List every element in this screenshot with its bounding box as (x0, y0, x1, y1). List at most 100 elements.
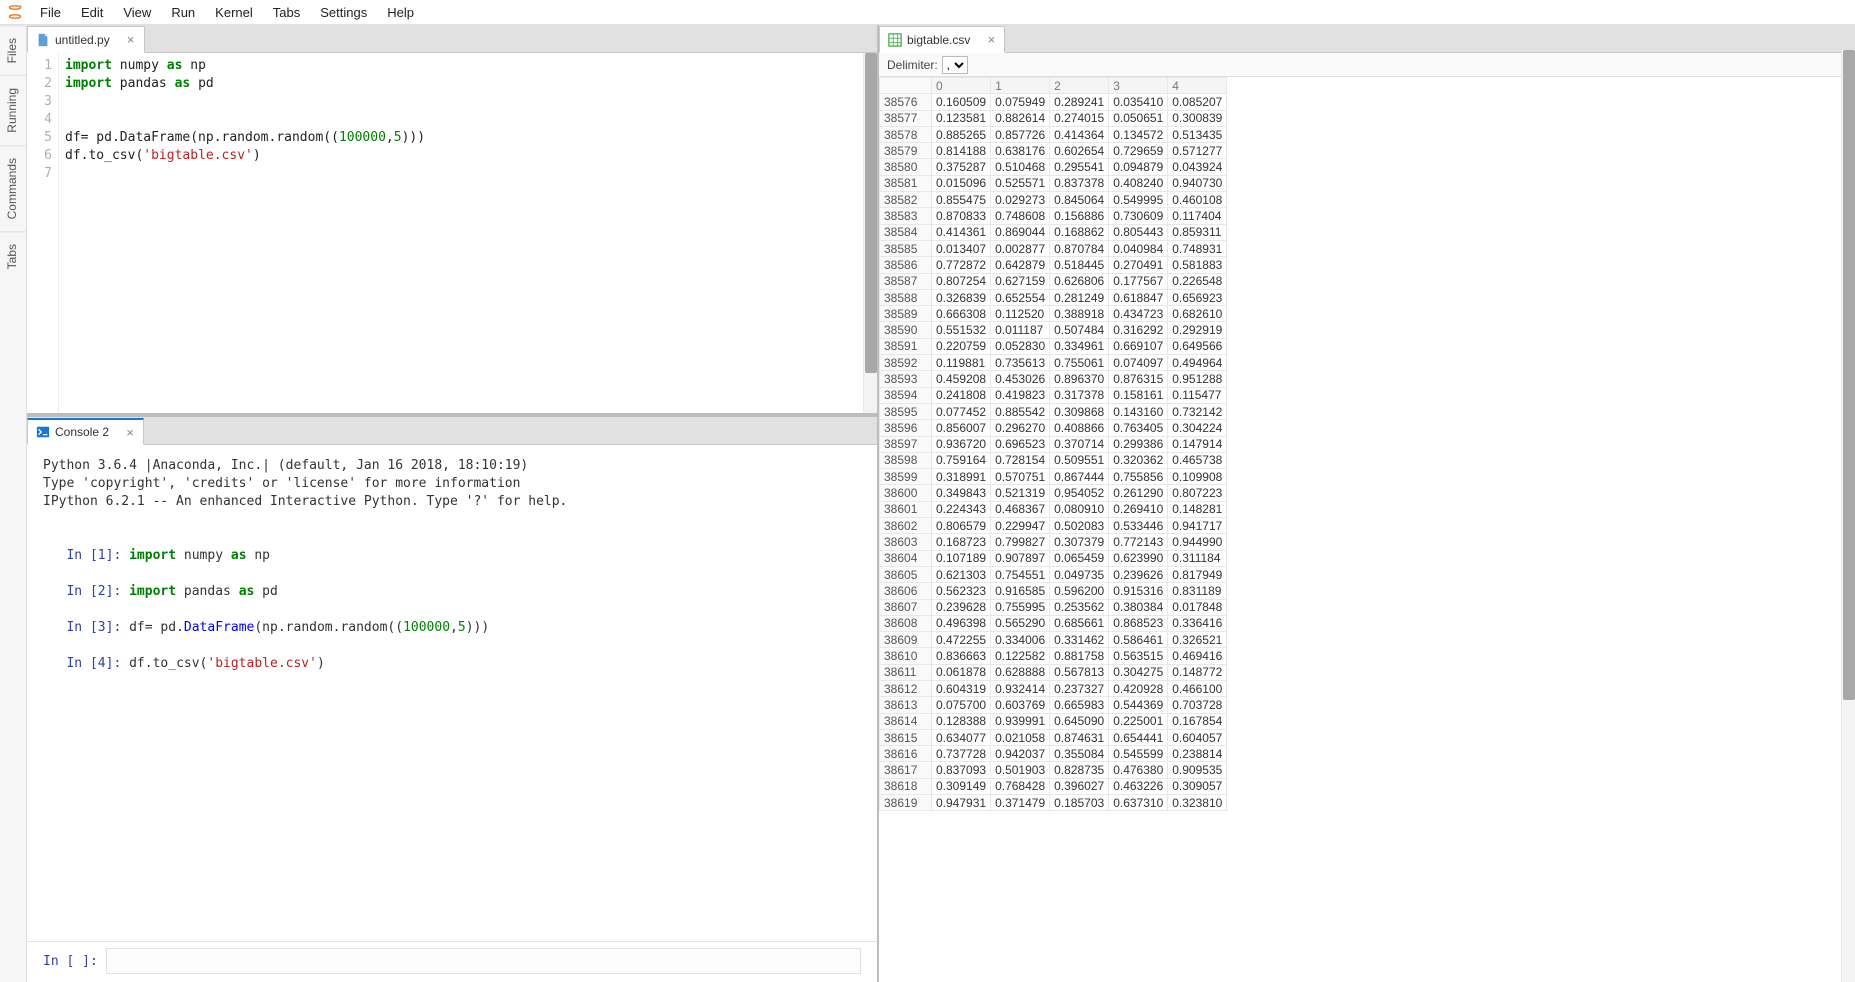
table-row[interactable]: 386150.6340770.0210580.8746310.6544410.6… (880, 729, 1227, 745)
table-row[interactable]: 386180.3091490.7684280.3960270.4632260.3… (880, 778, 1227, 794)
console-prompt: In [ ]: (43, 954, 98, 969)
table-row[interactable]: 386190.9479310.3714790.1857030.6373100.3… (880, 795, 1227, 811)
console-tab-label: Console 2 (55, 425, 109, 439)
close-icon[interactable]: × (124, 32, 138, 47)
table-row[interactable]: 385910.2207590.0528300.3349610.6691070.6… (880, 338, 1227, 354)
console-tabbar: Console 2 × (27, 417, 877, 445)
table-row[interactable]: 385860.7728720.6428790.5184450.2704910.5… (880, 257, 1227, 273)
csv-table: 01234385760.1605090.0759490.2892410.0354… (879, 77, 1227, 811)
table-row[interactable]: 386040.1071890.9078970.0654590.6239900.3… (880, 550, 1227, 566)
console-output[interactable]: Python 3.6.4 |Anaconda, Inc.| (default, … (27, 445, 877, 941)
table-row[interactable]: 385830.8708330.7486080.1568860.7306090.1… (880, 208, 1227, 224)
column-header[interactable]: 3 (1109, 78, 1168, 94)
scrollbar-vertical-outer[interactable] (1841, 50, 1855, 982)
table-row[interactable]: 386070.2396280.7559950.2535620.3803840.0… (880, 599, 1227, 615)
table-row[interactable]: 385990.3189910.5707510.8674440.7558560.1… (880, 469, 1227, 485)
table-row[interactable]: 386140.1283880.9399910.6450900.2250010.1… (880, 713, 1227, 729)
csv-tabbar: bigtable.csv × (879, 25, 1855, 53)
table-row[interactable]: 385800.3752870.5104680.2955410.0948790.0… (880, 159, 1227, 175)
column-header[interactable]: 2 (1050, 78, 1109, 94)
console-icon (36, 425, 50, 439)
menu-settings[interactable]: Settings (310, 2, 377, 23)
right-panel: bigtable.csv × Delimiter: , 01234385760.… (879, 25, 1855, 982)
table-row[interactable]: 386050.6213030.7545510.0497350.2396260.8… (880, 566, 1227, 582)
table-row[interactable]: 385760.1605090.0759490.2892410.0354100.0… (880, 94, 1227, 110)
table-row[interactable]: 385840.4143610.8690440.1688620.8054430.8… (880, 224, 1227, 240)
side-tab-commands[interactable]: Commands (0, 145, 26, 231)
table-row[interactable]: 386010.2243430.4683670.0809100.2694100.1… (880, 501, 1227, 517)
table-row[interactable]: 385770.1235810.8826140.2740150.0506510.3… (880, 110, 1227, 126)
table-row[interactable]: 386110.0618780.6288880.5678130.3042750.1… (880, 664, 1227, 680)
menu-kernel[interactable]: Kernel (205, 2, 263, 23)
scroll-thumb[interactable] (865, 53, 877, 373)
editor-gutter: 1234567 (27, 53, 59, 413)
column-header[interactable]: 4 (1168, 78, 1227, 94)
table-row[interactable]: 386100.8366630.1225820.8817580.5635150.4… (880, 648, 1227, 664)
side-tab-tabs[interactable]: Tabs (0, 231, 26, 281)
workarea: untitled.py × 1234567 import numpy as np… (27, 25, 1855, 982)
table-row[interactable]: 385810.0150960.5255710.8373780.4082400.9… (880, 175, 1227, 191)
column-header[interactable]: 1 (991, 78, 1050, 94)
close-icon[interactable]: × (123, 425, 137, 440)
editor-tab[interactable]: untitled.py × (27, 26, 145, 53)
menu-tabs[interactable]: Tabs (263, 2, 310, 23)
table-row[interactable]: 385980.7591640.7281540.5095510.3203620.4… (880, 452, 1227, 468)
editor-content[interactable]: import numpy as np import pandas as pd d… (59, 53, 877, 413)
spreadsheet-icon (888, 33, 902, 47)
table-row[interactable]: 386000.3498430.5213190.9540520.2612900.8… (880, 485, 1227, 501)
delimiter-label: Delimiter: (887, 58, 938, 72)
table-row[interactable]: 385930.4592080.4530260.8963700.8763150.9… (880, 371, 1227, 387)
menubar: FileEditViewRunKernelTabsSettingsHelp (0, 0, 1855, 25)
menu-edit[interactable]: Edit (71, 2, 113, 23)
file-icon (36, 33, 50, 47)
editor-tab-label: untitled.py (55, 33, 110, 47)
table-row[interactable]: 385820.8554750.0292730.8450640.5499950.4… (880, 192, 1227, 208)
main-area: FilesRunningCommandsTabs untitled.py × (0, 25, 1855, 982)
side-tab-files[interactable]: Files (0, 25, 26, 75)
table-row[interactable]: 385790.8141880.6381760.6026540.7296590.5… (880, 143, 1227, 159)
console-banner-line: Type 'copyright', 'credits' or 'license'… (43, 475, 861, 493)
menu-view[interactable]: View (113, 2, 161, 23)
table-row[interactable]: 386130.0757000.6037690.6659830.5443690.7… (880, 697, 1227, 713)
table-row[interactable]: 386080.4963980.5652900.6856610.8685230.3… (880, 615, 1227, 631)
menu-help[interactable]: Help (377, 2, 424, 23)
scroll-thumb[interactable] (1843, 50, 1855, 700)
code-editor[interactable]: 1234567 import numpy as np import pandas… (27, 53, 877, 413)
left-sidebar: FilesRunningCommandsTabs (0, 25, 27, 982)
table-row[interactable]: 385850.0134070.0028770.8707840.0409840.7… (880, 240, 1227, 256)
menu-run[interactable]: Run (161, 2, 205, 23)
delimiter-select[interactable]: , (942, 56, 968, 74)
console-tab[interactable]: Console 2 × (27, 418, 144, 445)
table-row[interactable]: 385890.6663080.1125200.3889180.4347230.6… (880, 306, 1227, 322)
table-row[interactable]: 385940.2418080.4198230.3173780.1581610.1… (880, 387, 1227, 403)
table-row[interactable]: 385880.3268390.6525540.2812490.6188470.6… (880, 289, 1227, 305)
table-row[interactable]: 386170.8370930.5019030.8287350.4763800.9… (880, 762, 1227, 778)
app-root: FileEditViewRunKernelTabsSettingsHelp Fi… (0, 0, 1855, 982)
column-header[interactable]: 0 (932, 78, 991, 94)
table-row[interactable]: 386120.6043190.9324140.2373270.4209280.4… (880, 680, 1227, 696)
console-input[interactable] (106, 948, 861, 974)
table-row[interactable]: 385960.8560070.2962700.4088660.7634050.3… (880, 420, 1227, 436)
table-row[interactable]: 385970.9367200.6965230.3707140.2993860.1… (880, 436, 1227, 452)
console-input-row: In [ ]: (27, 941, 877, 982)
table-row[interactable]: 385870.8072540.6271590.6268060.1775670.2… (880, 273, 1227, 289)
csv-tab[interactable]: bigtable.csv × (879, 26, 1005, 53)
jupyter-logo (6, 3, 24, 21)
table-row[interactable]: 385780.8852650.8577260.4143640.1345720.5… (880, 126, 1227, 142)
table-row[interactable]: 385950.0774520.8855420.3098680.1431600.7… (880, 403, 1227, 419)
editor-tabbar: untitled.py × (27, 25, 877, 53)
table-row[interactable]: 386160.7377280.9420370.3550840.5455990.2… (880, 746, 1227, 762)
table-row[interactable]: 386090.4722550.3340060.3314620.5864610.3… (880, 632, 1227, 648)
console-banner-line: Python 3.6.4 |Anaconda, Inc.| (default, … (43, 457, 861, 475)
table-row[interactable]: 386030.1687230.7998270.3073790.7721430.9… (880, 534, 1227, 550)
scrollbar-vertical[interactable] (863, 53, 877, 413)
side-tab-running[interactable]: Running (0, 75, 26, 145)
table-row[interactable]: 385920.1198810.7356130.7550610.0740970.4… (880, 355, 1227, 371)
console-banner-line: IPython 6.2.1 -- An enhanced Interactive… (43, 493, 861, 511)
close-icon[interactable]: × (984, 32, 998, 47)
table-row[interactable]: 385900.5515320.0111870.5074840.3162920.2… (880, 322, 1227, 338)
table-row[interactable]: 386060.5623230.9165850.5962000.9153160.8… (880, 583, 1227, 599)
table-row[interactable]: 386020.8065790.2299470.5020830.5334460.9… (880, 518, 1227, 534)
csv-grid[interactable]: 01234385760.1605090.0759490.2892410.0354… (879, 77, 1855, 982)
menu-file[interactable]: File (30, 2, 71, 23)
